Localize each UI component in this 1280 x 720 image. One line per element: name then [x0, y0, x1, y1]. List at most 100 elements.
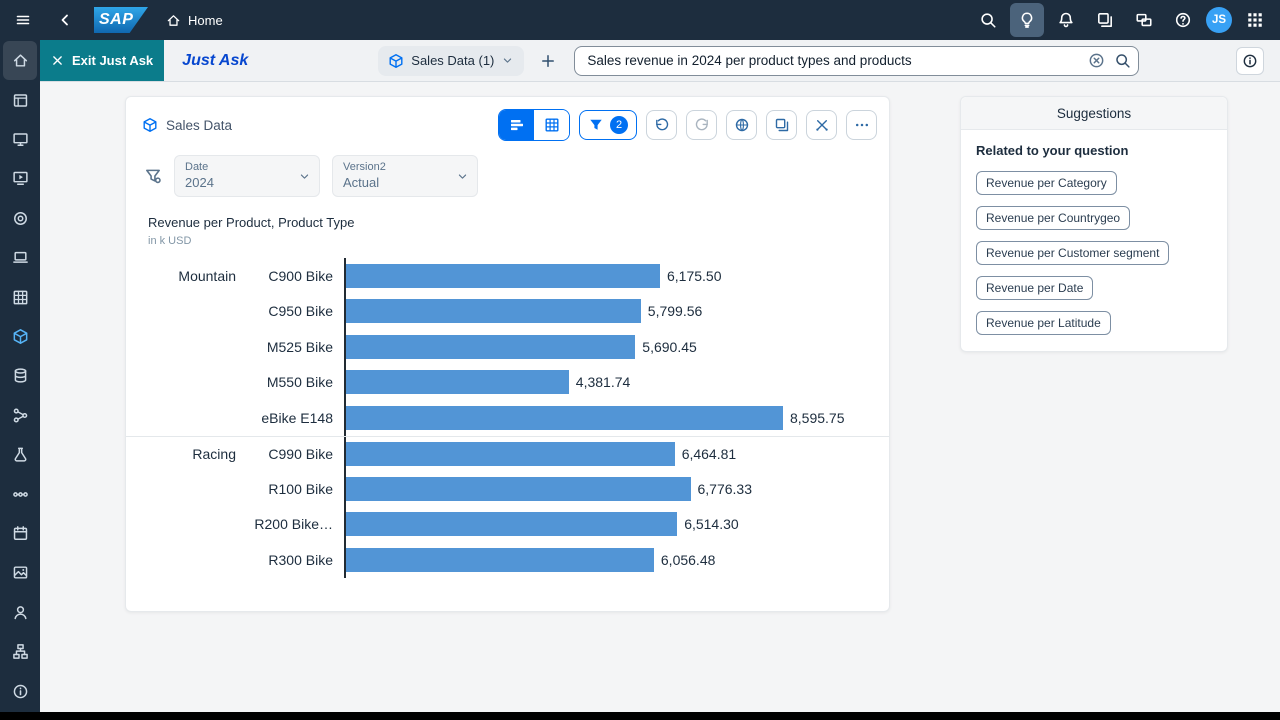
card-header: Sales Data 2	[126, 97, 889, 147]
sidebar-item-laptop[interactable]	[3, 238, 37, 277]
suggestions-panel: Suggestions Related to your question Rev…	[960, 96, 1228, 352]
tools-button[interactable]	[806, 110, 837, 140]
bar[interactable]	[346, 370, 569, 394]
sidebar-item-person[interactable]	[3, 593, 37, 632]
clear-query-button[interactable]	[1088, 52, 1105, 69]
chart-row: R200 Bike…6,514.30	[126, 507, 889, 543]
bar-track: 6,175.50	[344, 258, 874, 294]
lightbulb-button[interactable]	[1010, 3, 1044, 37]
home-icon	[12, 52, 29, 69]
bar-track: 6,514.30	[344, 507, 874, 543]
filter-label: Date	[185, 161, 309, 173]
category-label: C950 Bike	[236, 303, 333, 319]
sidebar-item-flask[interactable]	[3, 435, 37, 474]
sidebar-item-building[interactable]	[3, 632, 37, 671]
undo-button[interactable]	[646, 110, 677, 140]
breadcrumb[interactable]: Home	[166, 13, 223, 28]
explore-button[interactable]	[726, 110, 757, 140]
sidebar-item-donut-chart[interactable]	[3, 199, 37, 238]
filter-button[interactable]: 2	[579, 110, 637, 140]
app-grid-button[interactable]	[1238, 3, 1272, 37]
sap-logo: SAP	[94, 7, 148, 33]
sidebar-item-database[interactable]	[3, 356, 37, 395]
sidebar-item-window[interactable]	[3, 80, 37, 119]
menu-icon	[15, 12, 31, 28]
exit-just-ask-label: Exit Just Ask	[72, 53, 153, 68]
model-selector[interactable]: Sales Data (1)	[378, 46, 524, 76]
bar[interactable]	[346, 512, 677, 536]
calendar-icon	[12, 525, 29, 542]
bar-chart-icon	[509, 117, 525, 133]
back-button[interactable]	[50, 5, 80, 35]
bar[interactable]	[346, 299, 641, 323]
just-ask-bar: Exit Just Ask Just Ask Sales Data (1)	[40, 40, 1280, 82]
table-view-button[interactable]	[534, 110, 569, 140]
bar[interactable]	[346, 442, 675, 466]
ellipsis-icon	[854, 117, 870, 133]
lightbulb-icon	[1018, 11, 1036, 29]
avatar[interactable]: JS	[1206, 7, 1232, 33]
sidebar-item-image[interactable]	[3, 553, 37, 592]
more-actions-button[interactable]	[846, 110, 877, 140]
suggestion-pill[interactable]: Revenue per Category	[976, 171, 1117, 195]
topbar-actions	[971, 3, 1200, 37]
bar[interactable]	[346, 548, 654, 572]
sidebar-item-cube[interactable]	[3, 317, 37, 356]
presentation-icon	[12, 170, 29, 187]
linked-nodes-icon	[12, 486, 29, 503]
copy-button[interactable]	[766, 110, 797, 140]
bar[interactable]	[346, 406, 783, 430]
menu-button[interactable]	[8, 5, 38, 35]
group-label: Mountain	[126, 268, 236, 284]
value-label: 5,799.56	[648, 303, 703, 319]
bar-track: 6,464.81	[344, 437, 874, 472]
chart-toolbar: 2	[498, 109, 877, 141]
bar[interactable]	[346, 335, 635, 359]
sidebar-item-nodes[interactable]	[3, 474, 37, 513]
suggestion-pill[interactable]: Revenue per Date	[976, 276, 1093, 300]
screens-button[interactable]	[1127, 3, 1161, 37]
sidebar-item-calendar[interactable]	[3, 514, 37, 553]
bell-button[interactable]	[1049, 3, 1083, 37]
table-icon	[544, 117, 560, 133]
bar-track: 6,776.33	[344, 471, 874, 507]
sidebar-item-info[interactable]	[3, 672, 37, 711]
sidebar-item-share[interactable]	[3, 396, 37, 435]
redo-button[interactable]	[686, 110, 717, 140]
screens-icon	[1135, 11, 1153, 29]
help-button[interactable]	[1166, 3, 1200, 37]
add-model-button[interactable]	[534, 47, 562, 75]
sidebar-item-home[interactable]	[3, 41, 37, 80]
copy-windows-button[interactable]	[1088, 3, 1122, 37]
window-icon	[12, 92, 29, 109]
sidebar-item-monitor[interactable]	[3, 120, 37, 159]
filter-value: 2024	[185, 175, 309, 190]
exit-just-ask-button[interactable]: Exit Just Ask	[40, 40, 164, 81]
suggestion-pill[interactable]: Revenue per Countrygeo	[976, 206, 1130, 230]
info-button[interactable]	[1236, 47, 1264, 75]
chart-title: Revenue per Product, Product Type	[148, 215, 873, 230]
group-label: Racing	[126, 446, 236, 462]
bar-track: 4,381.74	[344, 365, 874, 401]
suggestion-pill[interactable]: Revenue per Customer segment	[976, 241, 1169, 265]
category-label: M550 Bike	[236, 374, 333, 390]
suggestions-body: Related to your question Revenue per Cat…	[961, 130, 1227, 351]
question-input[interactable]	[574, 46, 1139, 76]
filter-token-date[interactable]: Date 2024	[174, 155, 320, 197]
funnel-icon	[588, 117, 604, 133]
sidebar	[0, 40, 40, 712]
building-blocks-icon	[12, 643, 29, 660]
bar[interactable]	[346, 264, 660, 288]
sidebar-item-table[interactable]	[3, 277, 37, 316]
suggestion-pill[interactable]: Revenue per Latitude	[976, 311, 1111, 335]
bar[interactable]	[346, 477, 691, 501]
filter-settings-icon[interactable]	[144, 167, 162, 185]
submit-question-button[interactable]	[1114, 52, 1131, 69]
category-label: R100 Bike	[236, 481, 333, 497]
sidebar-item-presentation[interactable]	[3, 159, 37, 198]
search-button[interactable]	[971, 3, 1005, 37]
bell-icon	[1057, 11, 1075, 29]
undo-icon	[654, 117, 670, 133]
chart-view-button[interactable]	[499, 110, 534, 140]
filter-token-version[interactable]: Version2 Actual	[332, 155, 478, 197]
